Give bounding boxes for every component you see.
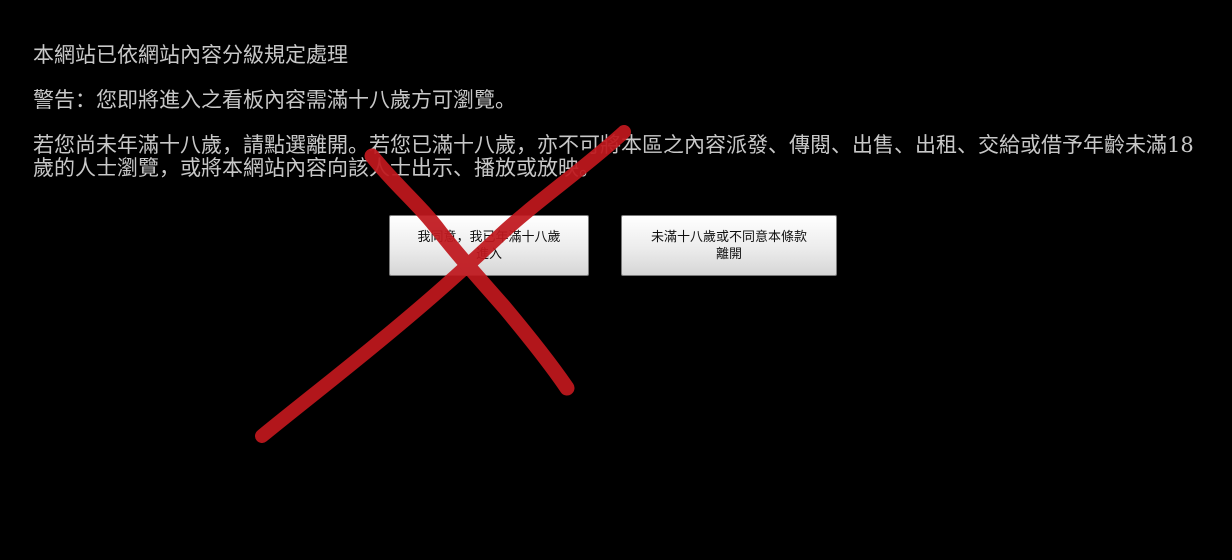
action-buttons: 我同意，我已年滿十八歲 進入 未滿十八歲或不同意本條款 離開 — [389, 215, 837, 276]
age-warning-text: 警告：您即將進入之看板內容需滿十八歲方可瀏覽。 — [33, 88, 516, 112]
agree-enter-button[interactable]: 我同意，我已年滿十八歲 進入 — [389, 215, 589, 276]
leave-button[interactable]: 未滿十八歲或不同意本條款 離開 — [621, 215, 837, 276]
agree-button-label: 我同意，我已年滿十八歲 — [417, 230, 561, 245]
terms-text: 若您尚未年滿十八歲，請點選離開。若您已滿十八歲，亦不可將本區之內容派發、傳閱、出… — [33, 133, 1194, 180]
age-warning-notice: 本網站已依網站內容分級規定處理 警告：您即將進入之看板內容需滿十八歲方可瀏覽。 … — [33, 44, 1203, 180]
leave-button-label: 離開 — [715, 247, 742, 262]
rating-notice-text: 本網站已依網站內容分級規定處理 — [33, 43, 348, 67]
disagree-button-label: 未滿十八歲或不同意本條款 — [650, 230, 807, 245]
enter-button-label: 進入 — [475, 247, 502, 262]
